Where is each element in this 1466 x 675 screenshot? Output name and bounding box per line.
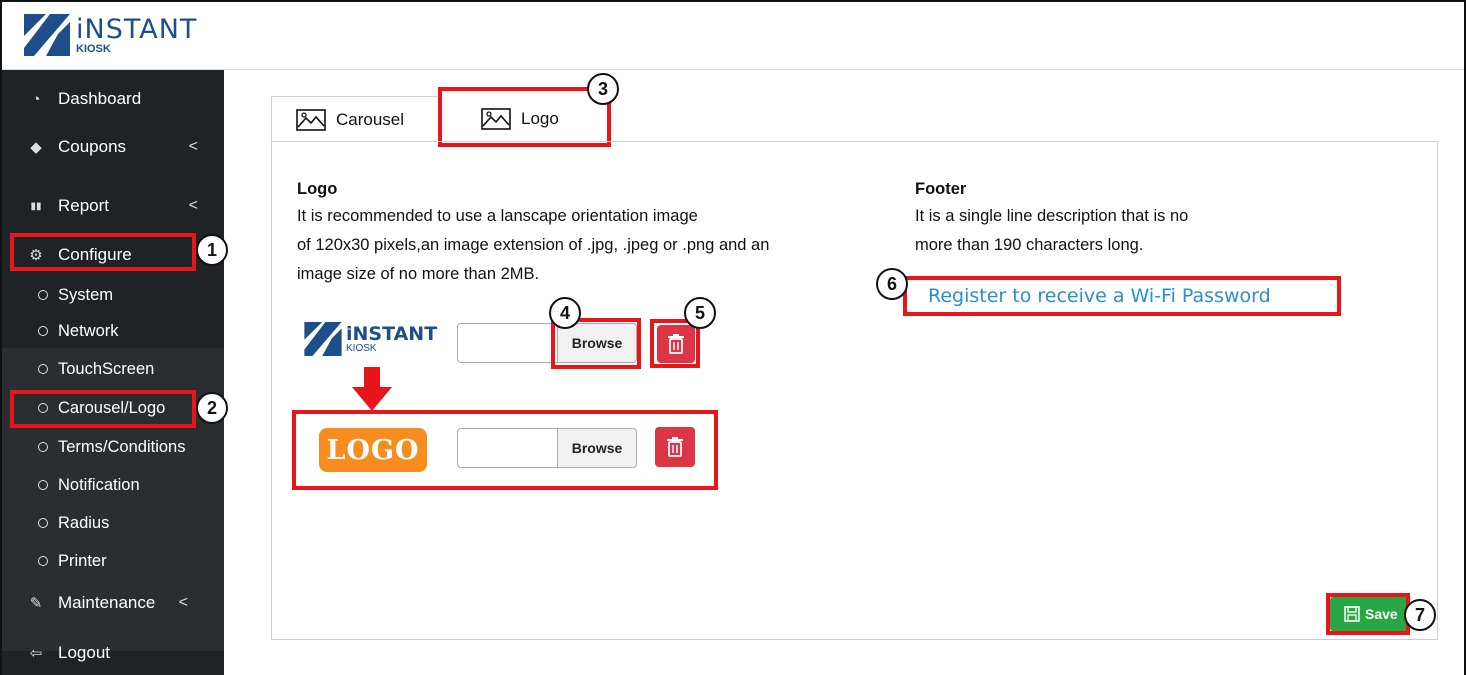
screenshot-frame	[0, 0, 1466, 675]
